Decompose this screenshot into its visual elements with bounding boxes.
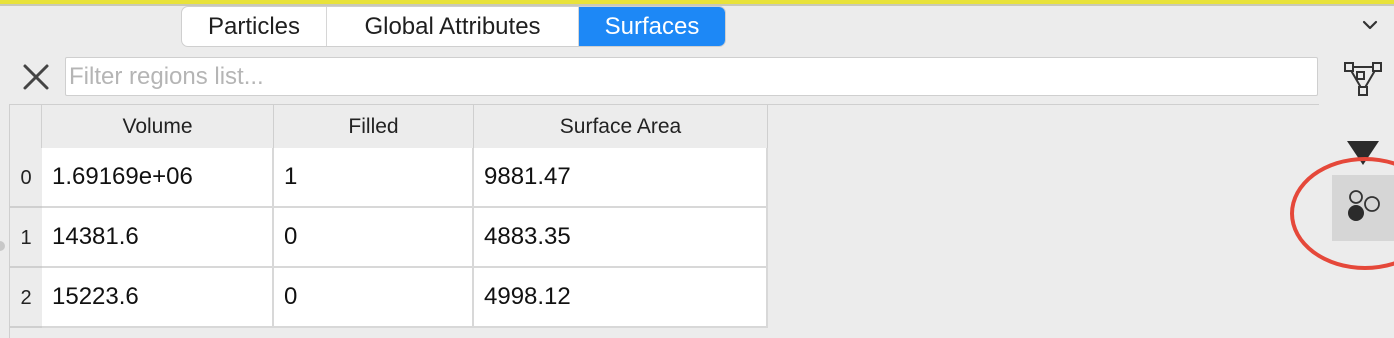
table-cell-filled[interactable]: 1	[274, 148, 474, 208]
table-cell-surface-area[interactable]: 9881.47	[474, 148, 768, 208]
table-cell-filled[interactable]: 0	[274, 208, 474, 268]
tab-bar: Particles Global Attributes Surfaces	[181, 6, 726, 47]
row-header-1[interactable]: 1	[10, 208, 42, 268]
surfaces-tool-button[interactable]	[1332, 175, 1394, 241]
table-cell-volume[interactable]: 15223.6	[42, 268, 274, 328]
filter-regions-input[interactable]	[65, 57, 1318, 96]
table-cell-surface-area[interactable]: 4998.12	[474, 268, 768, 328]
filter-tool-button[interactable]	[1332, 112, 1394, 178]
row-header-divider	[10, 326, 42, 328]
column-header-volume[interactable]: Volume	[42, 105, 274, 148]
close-icon[interactable]	[19, 60, 53, 94]
tab-surfaces[interactable]: Surfaces	[579, 7, 725, 46]
table-cell-volume[interactable]: 1.69169e+06	[42, 148, 274, 208]
down-triangle-icon	[1347, 141, 1379, 165]
vertex-graph-icon	[1344, 62, 1382, 96]
table-cell-volume[interactable]: 14381.6	[42, 208, 274, 268]
row-header-2[interactable]: 2	[10, 268, 42, 328]
chevron-down-icon[interactable]	[1361, 16, 1379, 34]
tab-particles[interactable]: Particles	[182, 7, 327, 46]
splitter-handle[interactable]	[0, 241, 5, 251]
regions-table: Volume Filled Surface Area 0 1.69169e+06…	[9, 104, 1319, 338]
circles-icon	[1348, 190, 1380, 221]
table-cell-filled[interactable]: 0	[274, 268, 474, 328]
table-corner	[10, 105, 42, 148]
graph-tool-button[interactable]	[1332, 46, 1394, 112]
surfaces-panel: Particles Global Attributes Surfaces Vol…	[0, 0, 1394, 338]
row-header-0[interactable]: 0	[10, 148, 42, 208]
table-cell-surface-area[interactable]: 4883.35	[474, 208, 768, 268]
column-header-surface-area[interactable]: Surface Area	[474, 105, 768, 148]
column-header-filled[interactable]: Filled	[274, 105, 474, 148]
tab-global-attributes[interactable]: Global Attributes	[327, 7, 579, 46]
